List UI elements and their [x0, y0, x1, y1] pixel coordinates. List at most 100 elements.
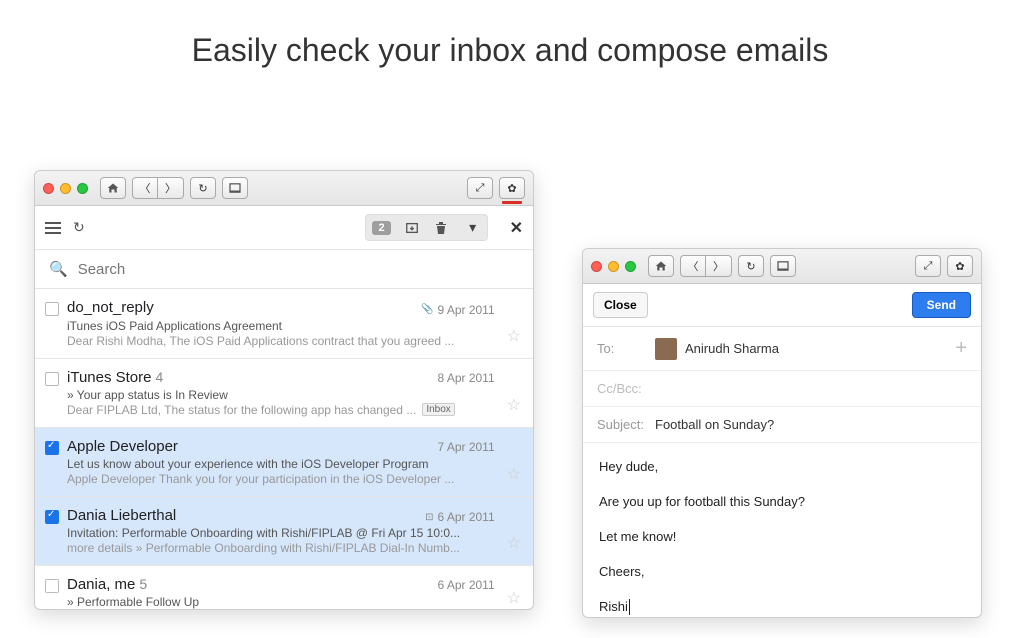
maximize-window-button[interactable] — [625, 261, 636, 272]
attachment-icon: 📎 — [421, 304, 433, 315]
home-button[interactable] — [100, 177, 126, 199]
add-recipient-button[interactable]: + — [955, 337, 967, 360]
menu-button[interactable] — [45, 222, 61, 234]
star-button[interactable]: ☆ — [507, 326, 521, 346]
back-button[interactable]: 〈 — [680, 255, 706, 277]
minimize-window-button[interactable] — [608, 261, 619, 272]
close-compose-button[interactable]: Close — [593, 292, 648, 318]
compose-header: Close Send — [583, 284, 981, 327]
recipient-avatar — [655, 338, 677, 360]
forward-button[interactable]: 〉 — [158, 177, 184, 199]
trash-icon — [435, 221, 447, 235]
close-icon: ✕ — [510, 220, 523, 237]
send-button[interactable]: Send — [912, 292, 971, 318]
dismiss-selection-button[interactable]: ✕ — [510, 218, 523, 238]
fullscreen-button[interactable]: ⤢ — [915, 255, 941, 277]
traffic-lights — [43, 183, 88, 194]
message-preview: Dear Rishi Modha, The iOS Paid Applicati… — [67, 334, 495, 348]
message-row[interactable]: Apple Developer7 Apr 2011Let us know abo… — [35, 428, 533, 497]
reload-button[interactable]: ↻ — [190, 177, 216, 199]
body-line: Rishi — [599, 599, 965, 616]
gear-icon: ✿ — [955, 260, 964, 273]
back-button[interactable]: 〈 — [132, 177, 158, 199]
plus-icon: + — [955, 337, 967, 359]
settings-button[interactable]: ✿ — [947, 255, 973, 277]
message-row[interactable]: Dania Lieberthal⊡6 Apr 2011Invitation: P… — [35, 497, 533, 567]
popout-button[interactable] — [222, 177, 248, 199]
message-subject: » Your app status is In Review — [67, 388, 495, 402]
refresh-button[interactable]: ↻ — [73, 219, 85, 236]
message-checkbox[interactable] — [45, 302, 59, 316]
message-preview: Apple Developer Thank you for your parti… — [67, 472, 495, 486]
chevron-left-icon: 〈 — [688, 258, 699, 274]
message-preview: more details » Performable Onboarding wi… — [67, 541, 495, 555]
search-icon: 🔍 — [49, 260, 68, 278]
star-button[interactable]: ☆ — [507, 395, 521, 415]
star-button[interactable]: ☆ — [507, 533, 521, 553]
sender-name: iTunes Store — [67, 369, 152, 386]
home-button[interactable] — [648, 255, 674, 277]
message-checkbox[interactable] — [45, 441, 59, 455]
star-button[interactable]: ☆ — [507, 464, 521, 484]
inbox-tag: Inbox — [422, 403, 454, 416]
inbox-window: 〈 〉 ↻ ⤢ ✿ ↻ 2 ▾ ✕ 🔍 do_not_reply📎9 — [34, 170, 534, 610]
archive-button[interactable] — [405, 221, 421, 235]
message-subject: Invitation: Performable Onboarding with … — [67, 526, 495, 540]
search-bar: 🔍 — [35, 250, 533, 289]
traffic-lights — [591, 261, 636, 272]
to-field-row[interactable]: To: Anirudh Sharma + — [583, 327, 981, 371]
message-date: ⊡6 Apr 2011 — [425, 510, 495, 524]
thread-count: 5 — [139, 576, 147, 592]
to-label: To: — [597, 341, 647, 356]
popout-icon — [229, 183, 241, 193]
forward-button[interactable]: 〉 — [706, 255, 732, 277]
subject-value: Football on Sunday? — [655, 417, 774, 432]
sender-name: Apple Developer — [67, 438, 178, 455]
message-row[interactable]: iTunes Store 4 8 Apr 2011 » Your app statu… — [35, 359, 533, 428]
reload-icon: ↻ — [746, 260, 755, 273]
reload-button[interactable]: ↻ — [738, 255, 764, 277]
message-list: do_not_reply📎9 Apr 2011iTunes iOS Paid A… — [35, 289, 533, 610]
delete-button[interactable] — [435, 221, 451, 235]
message-row[interactable]: do_not_reply📎9 Apr 2011iTunes iOS Paid A… — [35, 289, 533, 359]
gear-icon: ✿ — [507, 182, 516, 195]
inbox-titlebar: 〈 〉 ↻ ⤢ ✿ — [35, 171, 533, 206]
minimize-window-button[interactable] — [60, 183, 71, 194]
message-checkbox[interactable] — [45, 372, 59, 386]
subject-label: Subject: — [597, 417, 647, 432]
popout-icon — [777, 261, 789, 271]
popout-button[interactable] — [770, 255, 796, 277]
maximize-window-button[interactable] — [77, 183, 88, 194]
message-date: 7 Apr 2011 — [437, 440, 494, 454]
compose-body[interactable]: Hey dude, Are you up for football this S… — [583, 443, 981, 618]
more-actions-button[interactable]: ▾ — [465, 219, 481, 236]
chevron-left-icon: 〈 — [140, 180, 151, 196]
compose-titlebar: 〈 〉 ↻ ⤢ ✿ — [583, 249, 981, 284]
message-date: 📎9 Apr 2011 — [421, 303, 495, 317]
recipient-name: Anirudh Sharma — [685, 341, 779, 356]
calendar-icon: ⊡ — [425, 512, 433, 523]
message-checkbox[interactable] — [45, 510, 59, 524]
message-checkbox[interactable] — [45, 579, 59, 593]
close-window-button[interactable] — [43, 183, 54, 194]
caret-down-icon: ▾ — [469, 219, 476, 235]
body-line: Cheers, — [599, 564, 965, 581]
message-preview: Dear FIPLAB Ltd, The status for the foll… — [67, 403, 495, 417]
message-date: 8 Apr 2011 — [437, 371, 494, 385]
message-date: 6 Apr 2011 — [437, 578, 494, 592]
sender-name: do_not_reply — [67, 299, 154, 316]
home-icon — [107, 182, 119, 194]
subject-field-row[interactable]: Subject: Football on Sunday? — [583, 407, 981, 443]
ccbcc-label: Cc/Bcc: — [597, 381, 647, 396]
settings-button[interactable]: ✿ — [499, 177, 525, 199]
selection-action-bar: 2 ▾ — [365, 214, 487, 241]
close-window-button[interactable] — [591, 261, 602, 272]
search-input[interactable] — [78, 261, 519, 278]
ccbcc-field-row[interactable]: Cc/Bcc: — [583, 371, 981, 407]
chevron-right-icon: 〉 — [713, 258, 724, 274]
fullscreen-button[interactable]: ⤢ — [467, 177, 493, 199]
selected-count-badge: 2 — [372, 221, 390, 235]
message-row[interactable]: Dania, me 56 Apr 2011» Performable Follo… — [35, 566, 533, 610]
thread-count: 4 — [156, 369, 164, 385]
star-button[interactable]: ☆ — [507, 588, 521, 608]
